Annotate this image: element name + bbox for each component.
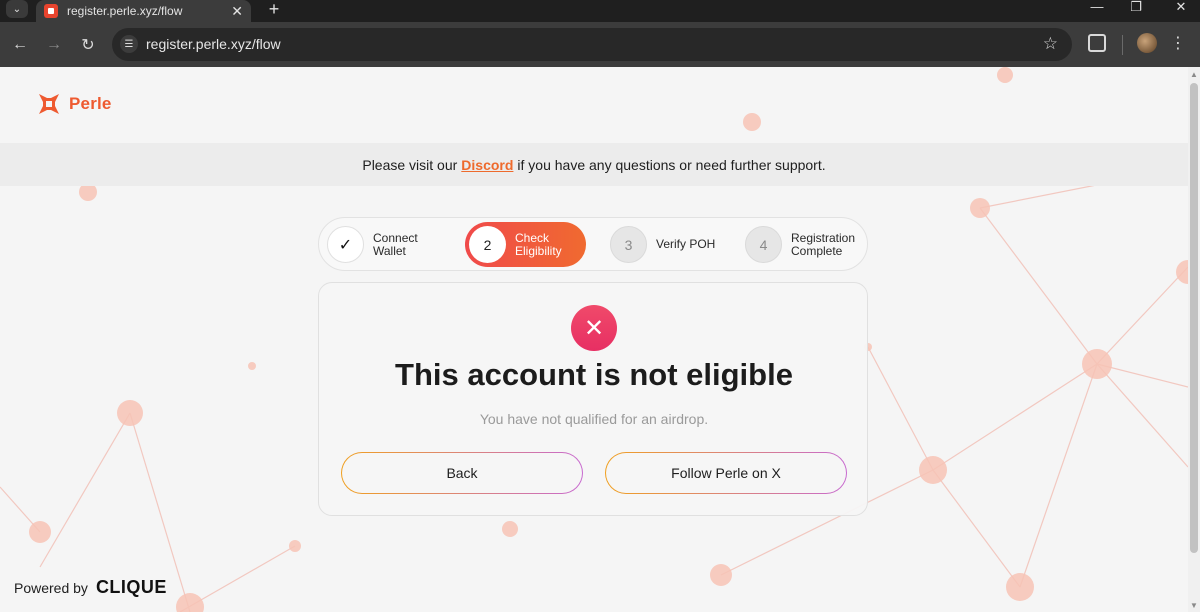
perle-logo[interactable]: Perle bbox=[38, 93, 112, 115]
back-button[interactable]: Back bbox=[341, 452, 583, 494]
profile-avatar[interactable] bbox=[1137, 33, 1157, 53]
scroll-thumb[interactable] bbox=[1190, 83, 1198, 553]
restore-icon[interactable]: ❐ bbox=[1121, 0, 1151, 14]
extensions-icon[interactable] bbox=[1088, 34, 1106, 52]
step-label-line-1: Check bbox=[515, 230, 550, 245]
close-window-icon[interactable]: ✕ bbox=[1166, 0, 1196, 14]
browser-tab-bar: ⌄ register.perle.xyz/flow ✕ + — ❐ ✕ bbox=[0, 0, 1200, 22]
minimize-icon[interactable]: — bbox=[1082, 0, 1112, 14]
notice-prefix: Please visit our bbox=[362, 156, 458, 173]
eligibility-result-card: ✕ This account is not eligible You have … bbox=[318, 282, 868, 516]
step-label-line-1: Verify POH bbox=[656, 237, 716, 251]
step-label: Check Eligibility bbox=[515, 230, 562, 258]
support-notice: Please visit our Discord if you have any… bbox=[0, 143, 1188, 186]
bookmark-star-icon[interactable]: ☆ bbox=[1043, 34, 1058, 54]
powered-by: Powered by CLIQUE bbox=[14, 577, 167, 598]
step-label-line-2: Eligibility bbox=[515, 243, 562, 258]
reload-icon[interactable]: ↻ bbox=[77, 34, 99, 56]
step-connect-wallet: ✓ Connect Wallet bbox=[327, 222, 418, 267]
registration-stepper: ✓ Connect Wallet 2 Check Eligibility 3 V… bbox=[318, 217, 868, 271]
browser-toolbar: ← → ↻ ☰ register.perle.xyz/flow ☆ ⋮ bbox=[0, 22, 1200, 67]
page-viewport: Perle Please visit our Discord if you ha… bbox=[0, 67, 1188, 612]
tab-title: register.perle.xyz/flow bbox=[67, 4, 183, 18]
new-tab-button[interactable]: + bbox=[264, 0, 284, 18]
page-scrollbar[interactable]: ▲ ▼ bbox=[1188, 67, 1200, 612]
step-label-line-2: Wallet bbox=[373, 243, 406, 258]
site-info-icon[interactable]: ☰ bbox=[120, 35, 138, 53]
back-arrow-icon[interactable]: ← bbox=[9, 34, 31, 56]
scroll-up-icon[interactable]: ▲ bbox=[1190, 70, 1198, 79]
powered-by-label: Powered by bbox=[14, 579, 88, 596]
brand-name: Perle bbox=[69, 94, 112, 113]
address-bar[interactable]: ☰ register.perle.xyz/flow ☆ bbox=[112, 28, 1072, 61]
more-menu-icon[interactable]: ⋮ bbox=[1170, 33, 1186, 53]
perle-favicon-icon bbox=[44, 4, 58, 18]
step-label-line-2: Complete bbox=[791, 243, 843, 258]
step-verify-poh: 3 Verify POH bbox=[610, 222, 715, 267]
step-registration-complete: 4 Registration Complete bbox=[745, 222, 855, 267]
step-label: Registration Complete bbox=[791, 230, 856, 258]
browser-tab[interactable]: register.perle.xyz/flow ✕ bbox=[36, 0, 251, 22]
x-icon: ✕ bbox=[571, 305, 617, 351]
forward-arrow-icon[interactable]: → bbox=[43, 34, 65, 56]
step-number: 3 bbox=[610, 226, 647, 263]
follow-on-x-button[interactable]: Follow Perle on X bbox=[605, 452, 847, 494]
result-title: This account is not eligible bbox=[395, 357, 793, 392]
discord-link[interactable]: Discord bbox=[461, 157, 513, 173]
result-subtitle: You have not qualified for an airdrop. bbox=[479, 411, 709, 427]
step-number: 2 bbox=[469, 226, 506, 263]
perle-logo-icon bbox=[38, 93, 60, 115]
close-tab-icon[interactable]: ✕ bbox=[231, 3, 243, 20]
tab-search-button[interactable]: ⌄ bbox=[6, 0, 28, 18]
step-label: Connect Wallet bbox=[373, 230, 418, 258]
step-label-line-1: Connect bbox=[373, 230, 418, 245]
step-label-line-1: Registration bbox=[791, 230, 856, 245]
notice-suffix: if you have any questions or need furthe… bbox=[517, 156, 826, 173]
step-number: 4 bbox=[745, 226, 782, 263]
url-text[interactable]: register.perle.xyz/flow bbox=[146, 36, 281, 52]
clique-logo[interactable]: CLIQUE bbox=[96, 577, 167, 598]
toolbar-divider bbox=[1122, 35, 1123, 55]
step-label: Verify POH bbox=[656, 238, 715, 251]
scroll-down-icon[interactable]: ▼ bbox=[1190, 601, 1198, 610]
step-check-eligibility: 2 Check Eligibility bbox=[465, 222, 586, 267]
checkmark-icon: ✓ bbox=[327, 226, 364, 263]
